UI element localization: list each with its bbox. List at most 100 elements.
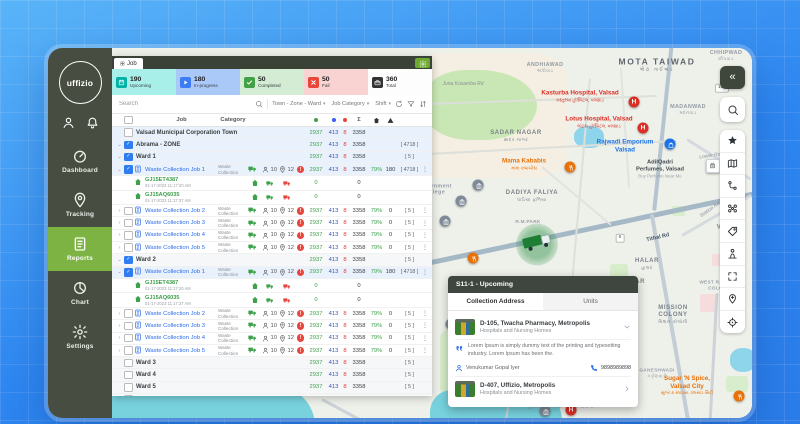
- vehicle-truck-marker[interactable]: [520, 232, 554, 257]
- route-waypoints-icon[interactable]: [720, 175, 745, 198]
- row-checkbox[interactable]: [124, 359, 133, 368]
- expand-caret[interactable]: ›: [116, 311, 123, 317]
- row-checkbox[interactable]: [124, 153, 133, 162]
- sidebar-item-reports[interactable]: Reports: [48, 227, 112, 271]
- sort-icon[interactable]: [419, 100, 427, 108]
- row-checkbox[interactable]: [124, 395, 133, 396]
- map-search-button[interactable]: [720, 97, 745, 122]
- label-tag-icon[interactable]: [720, 220, 745, 243]
- expand-caret[interactable]: ›: [116, 245, 123, 251]
- chevron-down-icon[interactable]: [623, 323, 631, 331]
- table-row[interactable]: Valsad Municipal Corporation Town2937413…: [112, 127, 432, 139]
- row-checkbox[interactable]: [124, 243, 133, 252]
- collection-address-item[interactable]: D-105, Twacha Pharmacy, Metropolis Hospi…: [455, 315, 631, 339]
- row-checkbox[interactable]: [124, 141, 133, 150]
- collapse-panel-button[interactable]: «: [720, 66, 745, 89]
- row-checkbox[interactable]: [124, 207, 133, 216]
- expand-caret[interactable]: ⌄: [116, 142, 123, 148]
- sidebar-item-settings[interactable]: Settings: [48, 315, 112, 359]
- status-tab-upcoming[interactable]: 190Upcoming: [112, 69, 176, 95]
- row-checkbox[interactable]: [124, 219, 133, 228]
- table-row[interactable]: ⌄Ward 1293741383358[ 5 ]: [112, 152, 432, 164]
- table-row[interactable]: ⌄Abrama - ZONE293741383358[ 4718 ]: [112, 139, 432, 151]
- row-menu-icon[interactable]: ⋮: [422, 310, 428, 317]
- table-row[interactable]: Ward 6293741383358[ 5 ]: [112, 394, 432, 396]
- row-checkbox[interactable]: [124, 165, 133, 174]
- status-tab-total[interactable]: 360Total: [368, 69, 432, 95]
- row-checkbox[interactable]: [124, 231, 133, 240]
- row-checkbox[interactable]: [124, 128, 133, 137]
- row-menu-icon[interactable]: ⋮: [422, 207, 428, 214]
- status-tab-completed[interactable]: 50Completed: [240, 69, 304, 95]
- status-tab-fail[interactable]: 50Fail: [304, 69, 368, 95]
- drone-view-icon[interactable]: [720, 198, 745, 221]
- job-window-tab[interactable]: Job: [114, 58, 143, 69]
- user-profile-icon[interactable]: [62, 116, 75, 129]
- row-menu-icon[interactable]: ⋮: [422, 220, 428, 227]
- row-checkbox[interactable]: [124, 383, 133, 392]
- vehicle-name[interactable]: GJ15AQ603501-17-2023 11:17:37 AM: [145, 192, 248, 203]
- expand-caret[interactable]: ⌄: [116, 269, 123, 275]
- panel-settings-button[interactable]: [415, 58, 430, 68]
- civic-marker-icon[interactable]: [456, 196, 467, 207]
- tab-collection-address[interactable]: Collection Address: [448, 293, 543, 310]
- expand-caret[interactable]: ›: [116, 335, 123, 341]
- sidebar-item-chart[interactable]: Chart: [48, 271, 112, 315]
- job-name-link[interactable]: Waste Collection Job 1: [145, 167, 218, 173]
- expand-caret[interactable]: ›: [116, 348, 123, 354]
- vehicle-name[interactable]: GJ15AQ603501-17-2023 11:17:37 AM: [145, 295, 248, 306]
- civic-marker-icon[interactable]: [473, 180, 484, 191]
- phone-icon[interactable]: [590, 364, 598, 372]
- civic-marker-icon[interactable]: [540, 406, 551, 417]
- job-name-link[interactable]: Waste Collection Job 2: [145, 208, 218, 214]
- row-checkbox[interactable]: [124, 322, 133, 331]
- table-row[interactable]: ⌄Ward 2293741383358[ 5 ]: [112, 254, 432, 266]
- status-tab-in-progress[interactable]: 180In-progress: [176, 69, 240, 95]
- table-row[interactable]: ›Waste Collection Job 4Waste Collection1…: [112, 333, 432, 345]
- table-row[interactable]: ⌄Waste Collection Job 1Waste Collection1…: [112, 267, 432, 279]
- collection-address-item[interactable]: D-407, Uffizio, Metropolis Hospitals and…: [455, 377, 631, 401]
- table-row[interactable]: ›Waste Collection Job 2Waste Collection1…: [112, 308, 432, 320]
- expand-caret[interactable]: ›: [116, 220, 123, 226]
- my-location-icon[interactable]: [720, 311, 745, 334]
- job-name-link[interactable]: Waste Collection Job 3: [145, 323, 218, 329]
- civic-marker-icon[interactable]: [440, 216, 451, 227]
- row-menu-icon[interactable]: ⋮: [422, 269, 428, 276]
- vehicle-name[interactable]: GJ15ET438701-17-2023 11:17:20 AM: [145, 177, 248, 188]
- table-row[interactable]: ›Waste Collection Job 5Waste Collection1…: [112, 242, 432, 254]
- expand-caret[interactable]: ›: [116, 208, 123, 214]
- building-marker-icon[interactable]: [706, 159, 720, 173]
- table-row[interactable]: ›Waste Collection Job 4Waste Collection1…: [112, 230, 432, 242]
- map-type-icon[interactable]: [720, 153, 745, 176]
- chevron-right-icon[interactable]: [623, 385, 631, 393]
- filter-dropdown[interactable]: Shift▾: [375, 101, 391, 107]
- shop-marker-icon[interactable]: [665, 139, 676, 150]
- food-marker-icon[interactable]: [734, 391, 745, 402]
- job-name-link[interactable]: Waste Collection Job 5: [145, 348, 218, 354]
- table-row[interactable]: Ward 5293741383358[ 5 ]: [112, 382, 432, 394]
- table-row[interactable]: ⌄Waste Collection Job 1Waste Collection1…: [112, 164, 432, 176]
- refresh-icon[interactable]: [395, 100, 403, 108]
- table-row[interactable]: GJ15ET438701-17-2023 11:17:20 AM00: [112, 176, 432, 191]
- tab-units[interactable]: Units: [543, 293, 638, 310]
- job-name-link[interactable]: Waste Collection Job 2: [145, 311, 218, 317]
- filter-dropdown[interactable]: Town - Zone - Ward▾: [272, 101, 325, 107]
- row-menu-icon[interactable]: ⋮: [422, 335, 428, 342]
- row-checkbox[interactable]: [124, 268, 133, 277]
- table-row[interactable]: GJ15AQ603501-17-2023 11:17:37 AM00: [112, 293, 432, 308]
- row-checkbox[interactable]: [124, 346, 133, 355]
- job-name-link[interactable]: Waste Collection Job 4: [145, 335, 218, 341]
- row-checkbox[interactable]: [124, 256, 133, 265]
- fit-screen-icon[interactable]: [720, 266, 745, 289]
- table-row[interactable]: ›Waste Collection Job 2Waste Collection1…: [112, 205, 432, 217]
- row-menu-icon[interactable]: ⋮: [422, 347, 428, 354]
- table-row[interactable]: ›Waste Collection Job 3Waste Collection1…: [112, 320, 432, 332]
- table-row[interactable]: GJ15ET438701-17-2023 11:17:20 AM00: [112, 279, 432, 294]
- sidebar-item-dashboard[interactable]: Dashboard: [48, 139, 112, 183]
- table-row[interactable]: Ward 3293741383358[ 5 ]: [112, 357, 432, 369]
- sidebar-item-tracking[interactable]: Tracking: [48, 183, 112, 227]
- vehicle-name[interactable]: GJ15ET438701-17-2023 11:17:20 AM: [145, 280, 248, 291]
- expand-caret[interactable]: ⌄: [116, 154, 123, 160]
- search-input[interactable]: [117, 100, 251, 108]
- row-menu-icon[interactable]: ⋮: [422, 232, 428, 239]
